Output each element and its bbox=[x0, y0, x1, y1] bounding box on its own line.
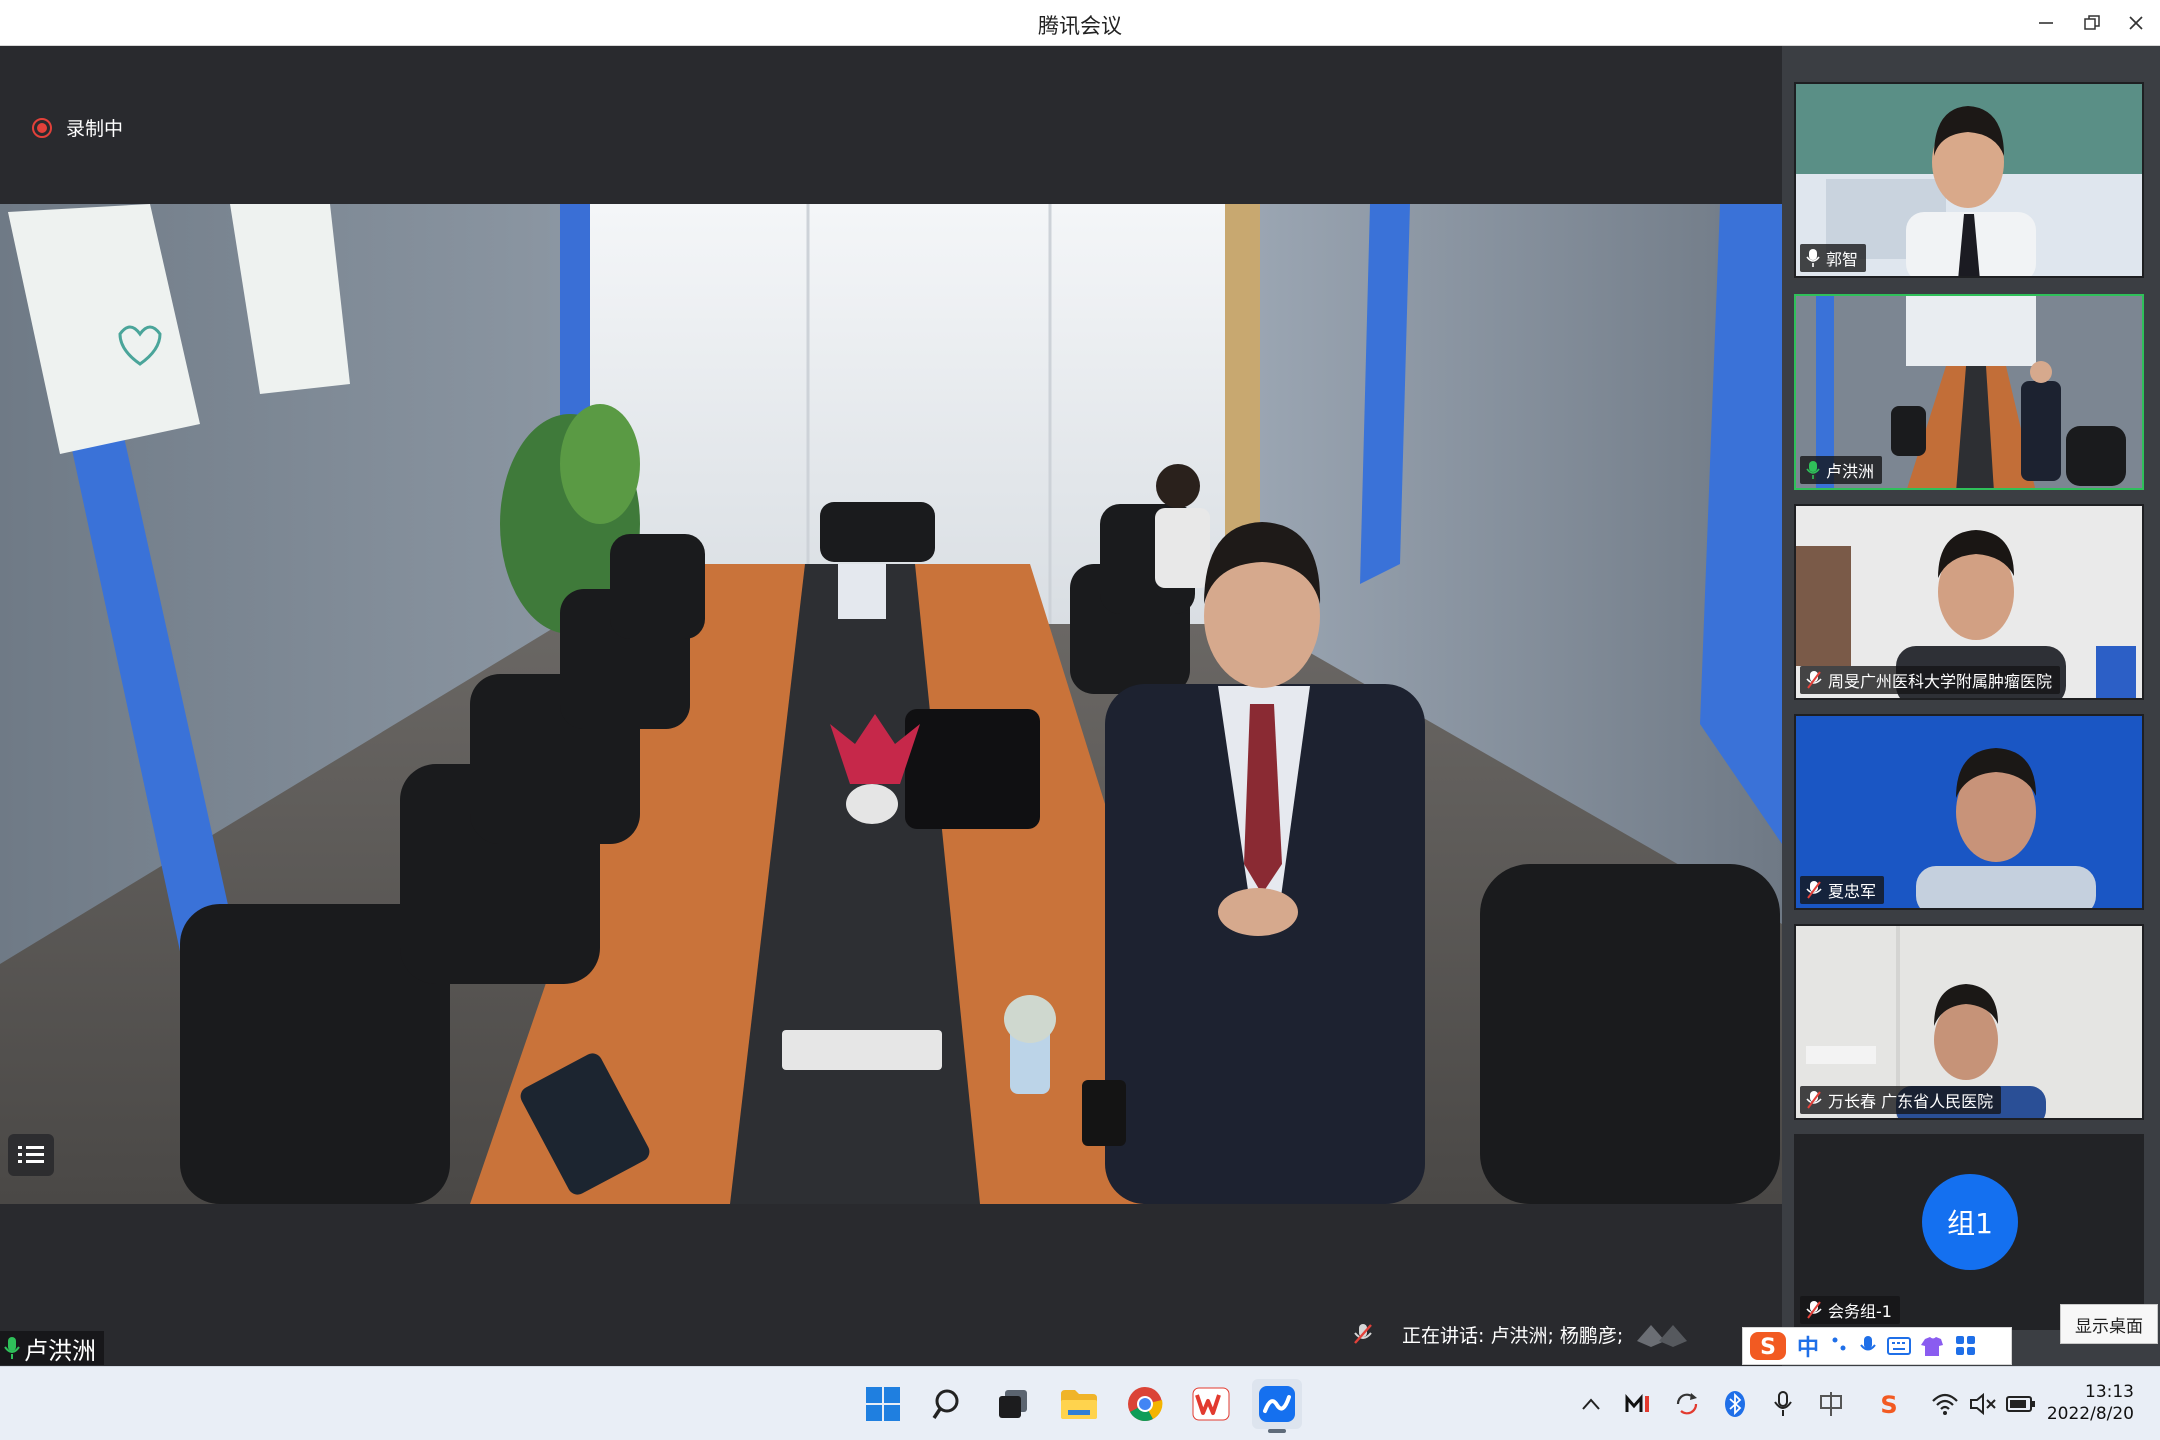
speaking-indicator: 正在讲话: 卢洪洲; 杨鹏彦; bbox=[1352, 1314, 1712, 1354]
input-method-icon bbox=[1820, 1392, 1842, 1416]
bluetooth-icon bbox=[1725, 1391, 1745, 1417]
svg-text:S: S bbox=[1760, 1335, 1776, 1360]
chrome-button[interactable] bbox=[1120, 1379, 1170, 1429]
recording-indicator[interactable]: 录制中 bbox=[32, 114, 123, 141]
minimize-icon bbox=[2039, 22, 2053, 24]
clock[interactable]: 13:13 2022/8/20 bbox=[2047, 1381, 2134, 1425]
tray-microphone[interactable] bbox=[1766, 1385, 1800, 1423]
minimize-button[interactable] bbox=[2028, 6, 2064, 40]
start-button[interactable] bbox=[858, 1379, 908, 1429]
mic-on-icon bbox=[1806, 249, 1820, 267]
clock-date: 2022/8/20 bbox=[2046, 1404, 2134, 1424]
participant-name-tag: 郭智 bbox=[1800, 244, 1867, 272]
main-speaker-name-tag: 卢洪洲 bbox=[0, 1331, 104, 1365]
participant-tile[interactable]: 周旻广州医科大学附属肿瘤医院 bbox=[1794, 504, 2144, 700]
tencent-meeting-button[interactable] bbox=[1252, 1379, 1302, 1433]
toolbox-icon[interactable] bbox=[1955, 1335, 1977, 1357]
conference-room-video bbox=[0, 204, 1782, 1204]
skin-icon[interactable] bbox=[1921, 1335, 1945, 1357]
task-view-button[interactable] bbox=[988, 1379, 1038, 1429]
participant-name-tag: 万长春 广东省人民医院 bbox=[1800, 1086, 2002, 1114]
group-avatar: 组1 bbox=[1922, 1174, 2018, 1270]
punctuation-icon[interactable] bbox=[1829, 1334, 1849, 1358]
participant-tile-active[interactable]: 卢洪洲 bbox=[1794, 294, 2144, 490]
participant-sidebar: 郭智 卢洪洲 周旻广州医科大学附属肿瘤医院 夏忠军 万长春 广东省人民医院 组1… bbox=[1782, 46, 2160, 1366]
keyboard-icon[interactable] bbox=[1887, 1336, 1912, 1356]
recording-dot-icon bbox=[32, 117, 52, 138]
participant-name-tag: 卢洪洲 bbox=[1800, 456, 1883, 484]
tray-mail-app[interactable] bbox=[1622, 1385, 1656, 1423]
participant-list-toggle-button[interactable] bbox=[8, 1134, 54, 1176]
participant-name: 周旻广州医科大学附属肿瘤医院 bbox=[1828, 672, 2053, 691]
participant-name: 万长春 广东省人民医院 bbox=[1828, 1092, 1994, 1111]
tray-wifi[interactable] bbox=[1928, 1385, 1962, 1423]
close-button[interactable] bbox=[2118, 6, 2154, 40]
participant-name-tag: 会务组-1 bbox=[1800, 1296, 1900, 1324]
task-view-icon bbox=[999, 1390, 1027, 1418]
close-icon bbox=[2129, 16, 2143, 30]
volume-muted-icon bbox=[1970, 1392, 1996, 1416]
chevron-up-icon bbox=[1582, 1398, 1600, 1410]
speaker-avatars-icon bbox=[1637, 1325, 1688, 1347]
battery-icon bbox=[2006, 1396, 2035, 1412]
participant-tile[interactable]: 万长春 广东省人民医院 bbox=[1794, 924, 2144, 1120]
tray-volume[interactable] bbox=[1966, 1385, 2000, 1423]
recording-label: 录制中 bbox=[66, 118, 124, 140]
tencent-meeting-icon bbox=[1259, 1386, 1295, 1422]
ime-mode-toggle[interactable]: 中 bbox=[1797, 1330, 1819, 1362]
main-stage: 录制中 卢洪洲 正在讲话: 卢洪洲; 杨鹏彦; bbox=[0, 46, 1782, 1366]
search-icon bbox=[932, 1389, 959, 1419]
search-button[interactable] bbox=[924, 1379, 974, 1429]
sync-icon bbox=[1676, 1393, 1698, 1415]
tray-sogou[interactable]: S bbox=[1872, 1385, 1906, 1423]
tray-battery[interactable] bbox=[2004, 1385, 2038, 1423]
mic-muted-icon bbox=[1806, 671, 1822, 689]
participant-name: 卢洪洲 bbox=[1826, 462, 1875, 481]
chrome-icon bbox=[1128, 1387, 1163, 1421]
tray-sync[interactable] bbox=[1670, 1385, 1704, 1423]
mic-muted-icon bbox=[1806, 1301, 1822, 1319]
restore-button[interactable] bbox=[2074, 6, 2110, 40]
participant-name-tag: 夏忠军 bbox=[1800, 876, 1885, 904]
tray-input-method[interactable] bbox=[1814, 1385, 1848, 1423]
participant-tile[interactable]: 组1 会务组-1 bbox=[1794, 1134, 2144, 1330]
list-icon bbox=[18, 1146, 44, 1163]
mic-muted-icon bbox=[1354, 1324, 1372, 1344]
speaking-names: 正在讲话: 卢洪洲; 杨鹏彦; bbox=[1402, 1324, 1624, 1347]
participant-tile[interactable]: 郭智 bbox=[1794, 82, 2144, 278]
mic-muted-icon bbox=[1806, 1091, 1822, 1109]
restore-icon bbox=[2084, 15, 2100, 30]
wifi-icon bbox=[1932, 1393, 1958, 1415]
participant-name-tag: 周旻广州医科大学附属肿瘤医院 bbox=[1800, 666, 2061, 694]
main-speaker-name: 卢洪洲 bbox=[24, 1336, 96, 1365]
start-icon bbox=[866, 1387, 900, 1421]
wps-button[interactable] bbox=[1186, 1379, 1236, 1429]
participant-name: 夏忠军 bbox=[1828, 882, 1877, 901]
microphone-icon bbox=[1774, 1391, 1792, 1416]
mail-app-icon bbox=[1625, 1394, 1649, 1412]
mic-speaking-icon bbox=[1806, 461, 1820, 479]
tray-bluetooth[interactable] bbox=[1718, 1385, 1752, 1423]
svg-text:S: S bbox=[1880, 1391, 1897, 1417]
mic-speaking-icon bbox=[4, 1337, 20, 1359]
show-desktop-tooltip: 显示桌面 bbox=[2060, 1304, 2158, 1344]
file-explorer-button[interactable] bbox=[1054, 1379, 1104, 1429]
title-bar: 腾讯会议 bbox=[0, 0, 2160, 46]
participant-tile[interactable]: 夏忠军 bbox=[1794, 714, 2144, 910]
participant-name: 郭智 bbox=[1826, 250, 1859, 269]
taskbar: S 13:13 2022/8/20 bbox=[0, 1366, 2160, 1440]
sogou-ime-icon[interactable]: S bbox=[1749, 1330, 1787, 1362]
ime-toolbar[interactable]: S 中 bbox=[1742, 1327, 2012, 1365]
sogou-icon: S bbox=[1880, 1391, 1897, 1417]
mic-muted-icon bbox=[1806, 881, 1822, 899]
wps-icon bbox=[1192, 1387, 1230, 1421]
clock-time: 13:13 bbox=[2085, 1382, 2134, 1402]
voice-input-icon[interactable] bbox=[1859, 1334, 1877, 1358]
tray-overflow-button[interactable] bbox=[1574, 1385, 1608, 1423]
main-video[interactable] bbox=[0, 204, 1782, 1204]
file-explorer-icon bbox=[1061, 1390, 1097, 1419]
participant-name: 会务组-1 bbox=[1828, 1302, 1892, 1321]
window-title: 腾讯会议 bbox=[1038, 14, 1122, 38]
